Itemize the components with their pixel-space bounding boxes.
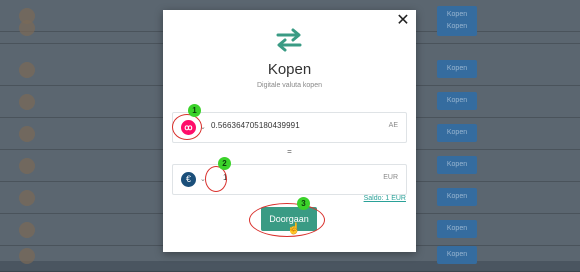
background-buy-button: Kopen xyxy=(437,188,477,206)
coin-logo-icon xyxy=(19,158,35,174)
from-amount-field[interactable]: ꝏ ⌄ 0.566364705180439991 AE xyxy=(172,112,407,143)
background-buy-button: Kopen xyxy=(437,60,477,78)
background-buy-button: Kopen xyxy=(437,124,477,142)
coin-logo-icon xyxy=(19,62,35,78)
coin-logo-icon xyxy=(19,20,35,36)
modal-subtitle: Digitale valuta kopen xyxy=(257,82,322,89)
annotation-badge: 3 xyxy=(297,197,310,210)
background-buy-button: Kopen xyxy=(437,246,477,264)
coin-logo-icon xyxy=(19,94,35,110)
to-unit-label: EUR xyxy=(383,174,398,181)
close-icon[interactable]: ✕ xyxy=(396,13,410,29)
from-unit-label: AE xyxy=(388,122,398,129)
annotation-ellipse xyxy=(172,114,202,140)
background-buy-button: Kopen xyxy=(437,156,477,174)
equals-sign: = xyxy=(287,147,292,156)
background-buy-button: Kopen xyxy=(437,18,477,36)
background-buy-button: Kopen xyxy=(437,92,477,110)
modal-title: Kopen xyxy=(267,61,312,78)
euro-coin-icon[interactable]: € xyxy=(181,172,196,187)
mouse-pointer-icon: ☝ xyxy=(287,223,301,235)
coin-logo-icon xyxy=(19,222,35,238)
coin-logo-icon xyxy=(19,126,35,142)
background-buy-button: Kopen xyxy=(437,220,477,238)
annotation-badge: 1 xyxy=(188,104,201,117)
from-amount-value[interactable]: 0.566364705180439991 xyxy=(211,121,300,130)
balance-link[interactable]: Saldo: 1 EUR xyxy=(364,195,406,202)
coin-logo-icon xyxy=(19,248,35,264)
annotation-badge: 2 xyxy=(218,157,231,170)
swap-arrows-icon xyxy=(276,28,302,52)
coin-logo-icon xyxy=(19,190,35,206)
